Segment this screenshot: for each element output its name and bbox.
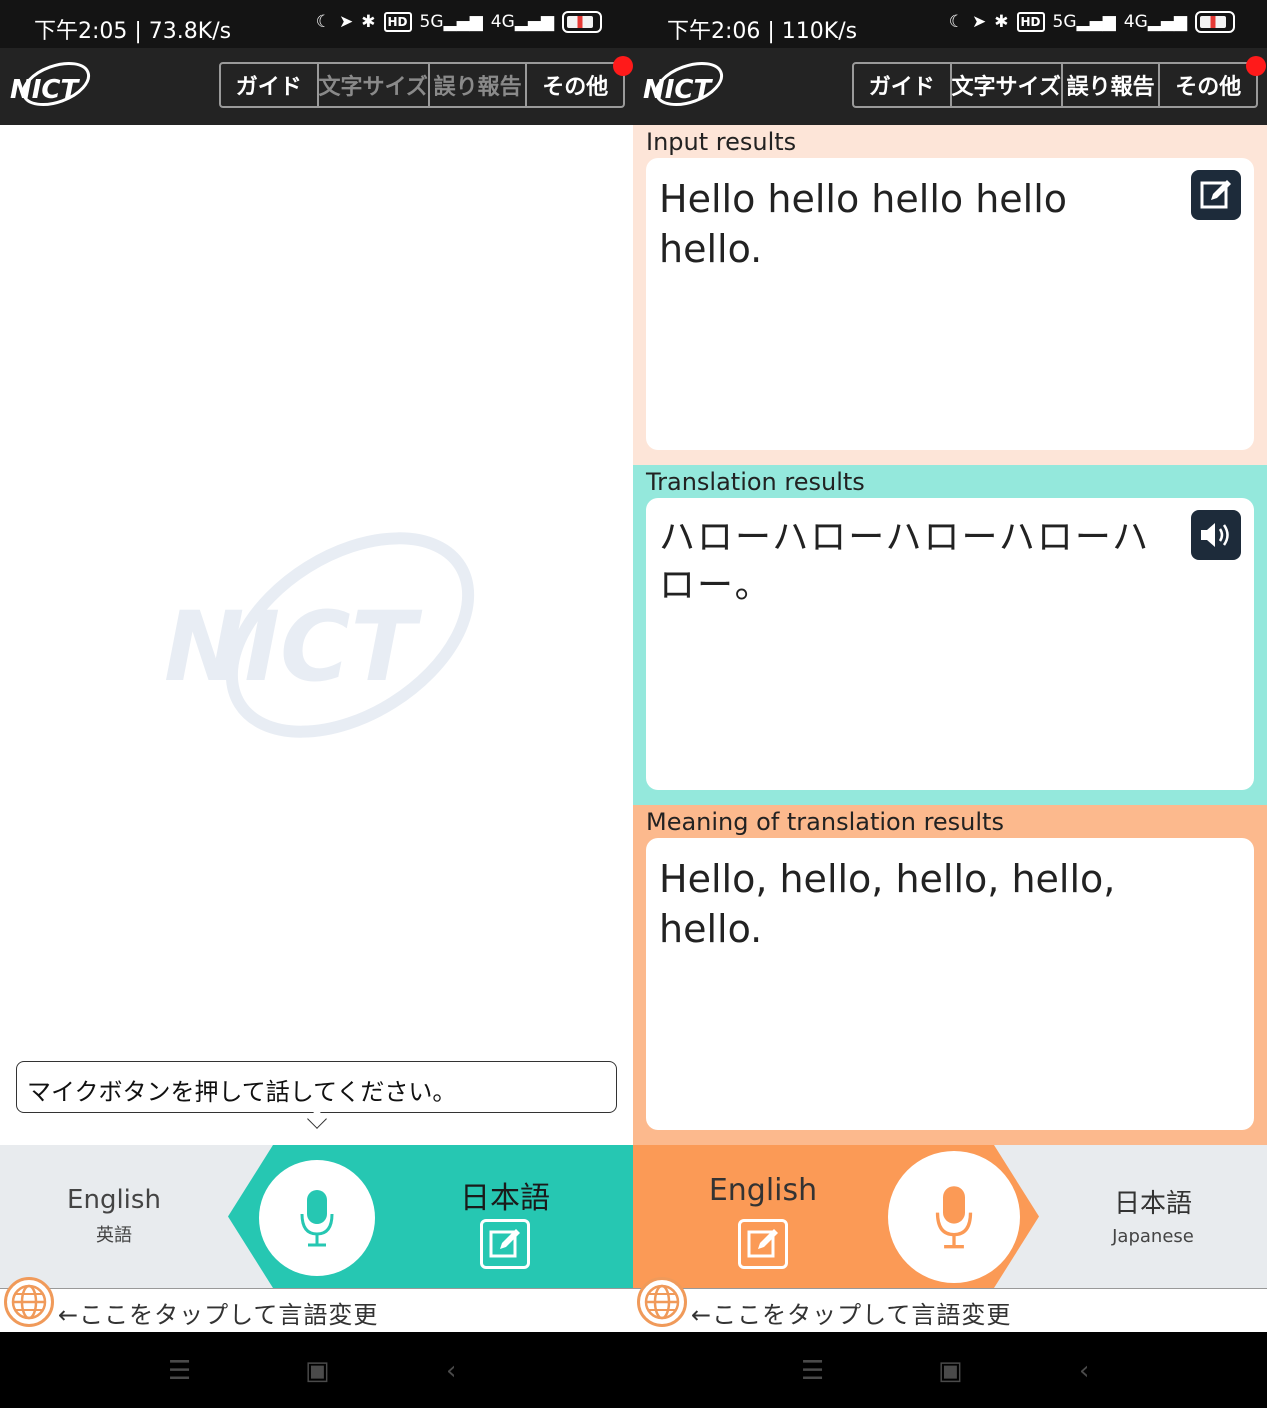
signal-4g-icon: 4G▂▄▆: [490, 12, 554, 32]
back-icon[interactable]: ‹: [1079, 1356, 1089, 1386]
moon-icon: ☾: [315, 12, 332, 32]
svg-text:NICT: NICT: [10, 75, 81, 105]
language-control-bar: English 日本語 Japanese: [633, 1145, 1267, 1288]
signal-4g-icon: 4G▂▄▆: [1123, 12, 1187, 32]
system-nav-bar: ☰ ▣ ‹: [0, 1332, 634, 1408]
svg-text:NICT: NICT: [643, 75, 714, 105]
status-icons: ☾ ➤ ✱ HD 5G▂▄▆ 4G▂▄▆: [316, 11, 602, 33]
source-language-name[interactable]: English: [693, 1173, 833, 1208]
source-language-sub: 英語: [96, 1225, 132, 1246]
home-icon[interactable]: ▣: [305, 1356, 330, 1386]
meaning-results-text: Hello, hello, hello, hello, hello.: [659, 857, 1116, 951]
globe-icon: [11, 1284, 47, 1320]
target-language-sub: Japanese: [1112, 1226, 1194, 1247]
status-bar: 下午2:05 | 73.8K/s ☾ ➤ ✱ HD 5G▂▄▆ 4G▂▄▆: [0, 0, 634, 48]
edit-icon: [747, 1229, 778, 1258]
status-time: 下午2:06 | 110K/s: [667, 19, 858, 44]
screen-left: 下午2:05 | 73.8K/s ☾ ➤ ✱ HD 5G▂▄▆ 4G▂▄▆ NI…: [0, 0, 634, 1408]
play-audio-button[interactable]: [1191, 510, 1241, 560]
bluetooth-icon: ✱: [361, 12, 376, 32]
guide-button[interactable]: ガイド: [221, 64, 319, 106]
input-results-card: Hello hello hello hello hello.: [646, 158, 1254, 450]
meaning-results-section: Meaning of translation results Hello, he…: [633, 805, 1267, 1145]
guide-button[interactable]: ガイド: [854, 64, 952, 106]
language-change-bar[interactable]: ←ここをタップして言語変更: [0, 1277, 634, 1332]
language-change-tip[interactable]: ←ここをタップして言語変更: [58, 1295, 378, 1330]
battery-icon: [562, 11, 602, 33]
microphone-button[interactable]: [888, 1151, 1020, 1283]
back-icon[interactable]: ‹: [446, 1356, 456, 1386]
location-icon: ➤: [972, 12, 987, 32]
screen-right: 下午2:06 | 110K/s ☾ ➤ ✱ HD 5G▂▄▆ 4G▂▄▆ NIC…: [633, 0, 1267, 1408]
menu-icon[interactable]: ☰: [801, 1356, 824, 1386]
translation-results-text: ハローハローハローハローハロー。: [659, 517, 1151, 606]
notification-dot: [1245, 56, 1266, 76]
text-size-button[interactable]: 文字サイズ: [319, 64, 430, 106]
target-language-name: 日本語: [1113, 1189, 1192, 1219]
source-language[interactable]: English 英語: [0, 1145, 228, 1288]
language-change-tip[interactable]: ←ここをタップして言語変更: [691, 1295, 1011, 1330]
hd-icon: HD: [1016, 12, 1045, 32]
input-results-section: Input results Hello hello hello hello he…: [633, 125, 1267, 465]
edit-icon: [489, 1229, 520, 1258]
error-report-button[interactable]: 誤り報告: [430, 64, 528, 106]
nict-logo: NICT: [10, 61, 91, 107]
other-button[interactable]: その他: [527, 56, 633, 106]
globe-button[interactable]: [637, 1277, 687, 1327]
meaning-results-card: Hello, hello, hello, hello, hello.: [646, 838, 1254, 1130]
system-nav-bar: ☰ ▣ ‹: [633, 1332, 1267, 1408]
app-header: NICT ガイド 文字サイズ 誤り報告 その他: [633, 48, 1267, 125]
language-control-bar: English 英語 日本語: [0, 1145, 634, 1288]
status-bar: 下午2:06 | 110K/s ☾ ➤ ✱ HD 5G▂▄▆ 4G▂▄▆: [633, 0, 1267, 48]
speak-hint-text: マイクボタンを押して話してください。: [27, 1078, 457, 1106]
speaker-icon: [1201, 523, 1229, 547]
status-time: 下午2:05 | 73.8K/s: [34, 19, 232, 44]
target-language-name[interactable]: 日本語: [440, 1173, 570, 1217]
header-menu: ガイド 文字サイズ 誤り報告 その他: [852, 56, 1266, 108]
target-language[interactable]: 日本語 Japanese: [1039, 1145, 1267, 1288]
nict-watermark: NICT: [164, 532, 475, 738]
hd-icon: HD: [383, 12, 412, 32]
text-input-button[interactable]: [738, 1219, 788, 1269]
globe-button[interactable]: [4, 1277, 54, 1327]
location-icon: ➤: [339, 12, 354, 32]
input-results-label: Input results: [646, 128, 797, 156]
translation-results-section: Translation results ハローハローハローハローハロー。: [633, 465, 1267, 805]
moon-icon: ☾: [948, 12, 965, 32]
app-header: NICT ガイド 文字サイズ 誤り報告 その他: [0, 48, 634, 125]
text-size-button[interactable]: 文字サイズ: [952, 64, 1063, 106]
edit-input-button[interactable]: [1191, 170, 1241, 220]
svg-text:NICT: NICT: [164, 591, 423, 703]
other-button[interactable]: その他: [1160, 56, 1266, 106]
microphone-button[interactable]: [259, 1160, 375, 1276]
meaning-results-label: Meaning of translation results: [646, 808, 1004, 836]
translation-results-label: Translation results: [646, 468, 865, 496]
microphone-icon: [935, 1186, 973, 1249]
battery-icon: [1195, 11, 1235, 33]
signal-5g-icon: 5G▂▄▆: [1052, 12, 1116, 32]
signal-5g-icon: 5G▂▄▆: [419, 12, 483, 32]
header-menu: ガイド 文字サイズ 誤り報告 その他: [219, 56, 633, 108]
text-input-button[interactable]: [480, 1219, 530, 1269]
speak-hint-bubble: マイクボタンを押して話してください。: [16, 1061, 617, 1113]
microphone-icon: [300, 1190, 334, 1247]
other-button-label: その他: [542, 75, 609, 100]
globe-icon: [644, 1284, 680, 1320]
nict-logo: NICT: [643, 61, 724, 107]
edit-icon: [1200, 180, 1231, 209]
status-icons: ☾ ➤ ✱ HD 5G▂▄▆ 4G▂▄▆: [949, 11, 1235, 33]
menu-icon[interactable]: ☰: [168, 1356, 191, 1386]
home-icon[interactable]: ▣: [938, 1356, 963, 1386]
input-results-text: Hello hello hello hello hello.: [659, 177, 1068, 271]
bluetooth-icon: ✱: [994, 12, 1009, 32]
notification-dot: [612, 56, 633, 76]
error-report-button[interactable]: 誤り報告: [1063, 64, 1161, 106]
source-language-name: English: [67, 1185, 161, 1215]
other-button-label: その他: [1175, 75, 1242, 100]
translation-results-card: ハローハローハローハローハロー。: [646, 498, 1254, 790]
language-change-bar[interactable]: ←ここをタップして言語変更: [633, 1277, 1267, 1332]
